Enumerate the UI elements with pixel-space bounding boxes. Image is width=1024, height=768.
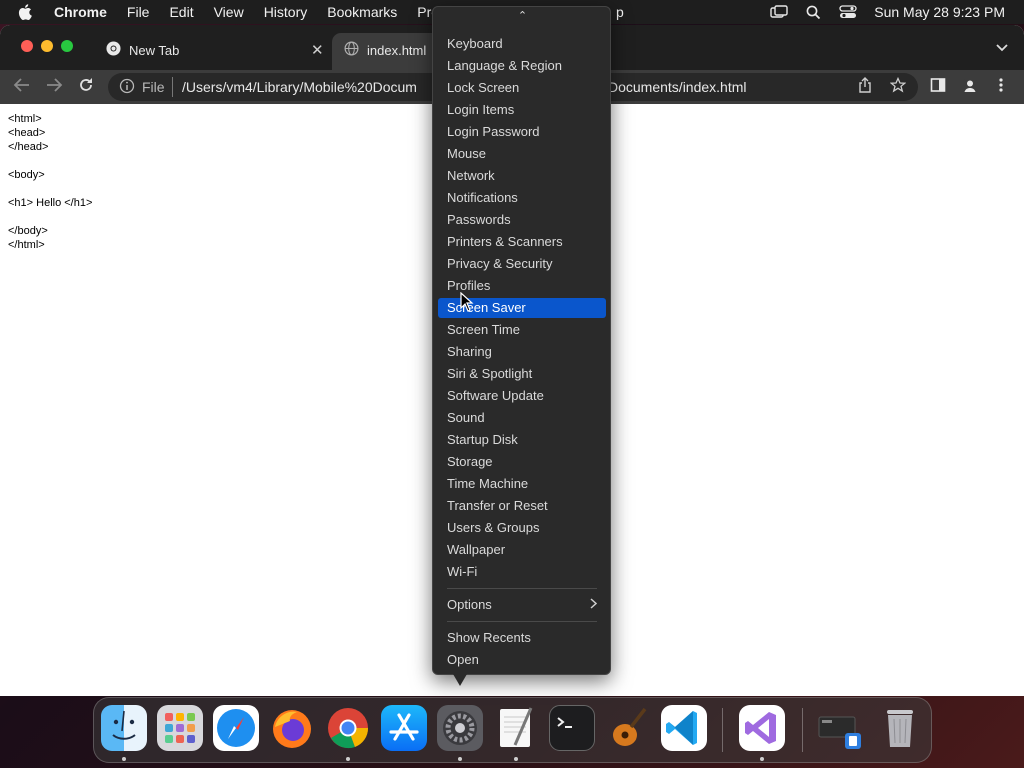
vscode-icon[interactable] bbox=[661, 705, 707, 751]
profile-avatar-icon[interactable] bbox=[961, 77, 979, 100]
menu-item-transfer-reset[interactable]: Transfer or Reset bbox=[438, 496, 606, 516]
system-settings-icon[interactable] bbox=[437, 705, 483, 751]
dock-separator bbox=[722, 708, 723, 752]
trash-icon[interactable] bbox=[877, 705, 923, 751]
side-panel-icon[interactable] bbox=[930, 77, 946, 98]
submenu-chevron-right-icon bbox=[590, 595, 598, 615]
minimize-window-button[interactable] bbox=[41, 40, 53, 52]
safari-icon[interactable] bbox=[213, 705, 259, 751]
url-text[interactable]: /Users/vm4/Library/Mobile%20Docum bbox=[182, 79, 417, 95]
running-indicator bbox=[458, 757, 462, 761]
tab-title: New Tab bbox=[129, 42, 180, 58]
menu-item-language-region[interactable]: Language & Region bbox=[438, 56, 606, 76]
page-source-text: <html> <head> </head> <body> <h1> Hello … bbox=[8, 113, 93, 251]
menu-item-lock-screen[interactable]: Lock Screen bbox=[438, 78, 606, 98]
downloads-stack-icon[interactable] bbox=[817, 705, 863, 751]
menu-item-storage[interactable]: Storage bbox=[438, 452, 606, 472]
menu-history[interactable]: History bbox=[254, 4, 318, 20]
address-separator bbox=[172, 77, 173, 97]
menu-item-sharing[interactable]: Sharing bbox=[438, 342, 606, 362]
apple-menu-icon[interactable] bbox=[0, 4, 44, 20]
menu-file[interactable]: File bbox=[117, 4, 160, 20]
running-indicator bbox=[122, 757, 126, 761]
menu-item-software-update[interactable]: Software Update bbox=[438, 386, 606, 406]
close-window-button[interactable] bbox=[21, 40, 33, 52]
terminal-icon[interactable] bbox=[549, 705, 595, 751]
menu-item-passwords[interactable]: Passwords bbox=[438, 210, 606, 230]
menu-item-login-items[interactable]: Login Items bbox=[438, 100, 606, 120]
menu-item-wifi[interactable]: Wi-Fi bbox=[438, 562, 606, 582]
menu-item-wallpaper[interactable]: Wallpaper bbox=[438, 540, 606, 560]
menu-item-notifications[interactable]: Notifications bbox=[438, 188, 606, 208]
menu-bookmarks[interactable]: Bookmarks bbox=[317, 4, 407, 20]
spotlight-search-icon[interactable] bbox=[806, 5, 821, 20]
firefox-icon[interactable] bbox=[269, 705, 315, 751]
menu-item-startup-disk[interactable]: Startup Disk bbox=[438, 430, 606, 450]
chrome-icon[interactable] bbox=[325, 705, 371, 751]
launchpad-icon[interactable] bbox=[157, 705, 203, 751]
dock-context-menu: ⌃ Keyboard Language & Region Lock Screen… bbox=[432, 6, 611, 675]
globe-icon bbox=[344, 41, 359, 59]
running-indicator bbox=[514, 757, 518, 761]
kebab-menu-icon[interactable] bbox=[998, 77, 1004, 98]
tab-search-chevron-icon[interactable] bbox=[996, 39, 1008, 57]
textedit-icon[interactable] bbox=[493, 705, 539, 751]
chrome-logo-icon bbox=[106, 41, 121, 59]
menu-item-sound[interactable]: Sound bbox=[438, 408, 606, 428]
menu-item-open[interactable]: Open bbox=[438, 650, 606, 670]
menu-item-keyboard[interactable]: Keyboard bbox=[438, 34, 606, 54]
running-indicator bbox=[346, 757, 350, 761]
tab-new-tab[interactable]: New Tab bbox=[106, 37, 179, 63]
reload-icon[interactable] bbox=[78, 77, 94, 98]
screen-mirroring-icon[interactable] bbox=[770, 5, 788, 19]
menu-item-time-machine[interactable]: Time Machine bbox=[438, 474, 606, 494]
menu-item-printers-scanners[interactable]: Printers & Scanners bbox=[438, 232, 606, 252]
menu-item-privacy-security[interactable]: Privacy & Security bbox=[438, 254, 606, 274]
menu-item-users-groups[interactable]: Users & Groups bbox=[438, 518, 606, 538]
control-center-icon[interactable] bbox=[839, 5, 857, 19]
bookmark-star-icon[interactable] bbox=[889, 76, 907, 98]
finder-icon[interactable] bbox=[101, 705, 147, 751]
running-indicator bbox=[760, 757, 764, 761]
tab-close-button[interactable]: ✕ bbox=[311, 41, 324, 59]
menu-item-show-recents[interactable]: Show Recents bbox=[438, 628, 606, 648]
dock-separator bbox=[802, 708, 803, 752]
menu-edit[interactable]: Edit bbox=[159, 4, 203, 20]
scroll-up-chevron-icon[interactable]: ⌃ bbox=[433, 9, 612, 22]
menubar-app-name[interactable]: Chrome bbox=[44, 4, 117, 20]
share-icon[interactable] bbox=[858, 77, 872, 98]
garageband-icon[interactable] bbox=[605, 705, 651, 751]
menu-item-login-password[interactable]: Login Password bbox=[438, 122, 606, 142]
url-scheme-label: File bbox=[142, 79, 165, 95]
visual-studio-icon[interactable] bbox=[739, 705, 785, 751]
options-label: Options bbox=[447, 597, 492, 612]
menu-item-network[interactable]: Network bbox=[438, 166, 606, 186]
tab-index-html-label[interactable]: index.html bbox=[344, 37, 426, 63]
menu-item-siri-spotlight[interactable]: Siri & Spotlight bbox=[438, 364, 606, 384]
zoom-window-button[interactable] bbox=[61, 40, 73, 52]
menu-item-screen-time[interactable]: Screen Time bbox=[438, 320, 606, 340]
mouse-pointer-icon bbox=[460, 292, 474, 312]
menu-pointer-caret bbox=[453, 674, 467, 686]
menu-item-options[interactable]: Options bbox=[438, 595, 606, 615]
url-text-tail[interactable]: Documents/index.html bbox=[608, 79, 747, 95]
menu-divider bbox=[447, 621, 597, 622]
tab-title: index.html bbox=[367, 42, 427, 58]
macos-dock bbox=[93, 697, 932, 763]
back-arrow-icon[interactable] bbox=[13, 77, 31, 98]
menu-view[interactable]: View bbox=[204, 4, 254, 20]
site-info-icon[interactable] bbox=[119, 78, 135, 97]
app-store-icon[interactable] bbox=[381, 705, 427, 751]
menu-divider bbox=[447, 588, 597, 589]
menubar-clock[interactable]: Sun May 28 9:23 PM bbox=[874, 4, 1005, 20]
menu-item-mouse[interactable]: Mouse bbox=[438, 144, 606, 164]
forward-arrow-icon[interactable] bbox=[45, 77, 63, 98]
